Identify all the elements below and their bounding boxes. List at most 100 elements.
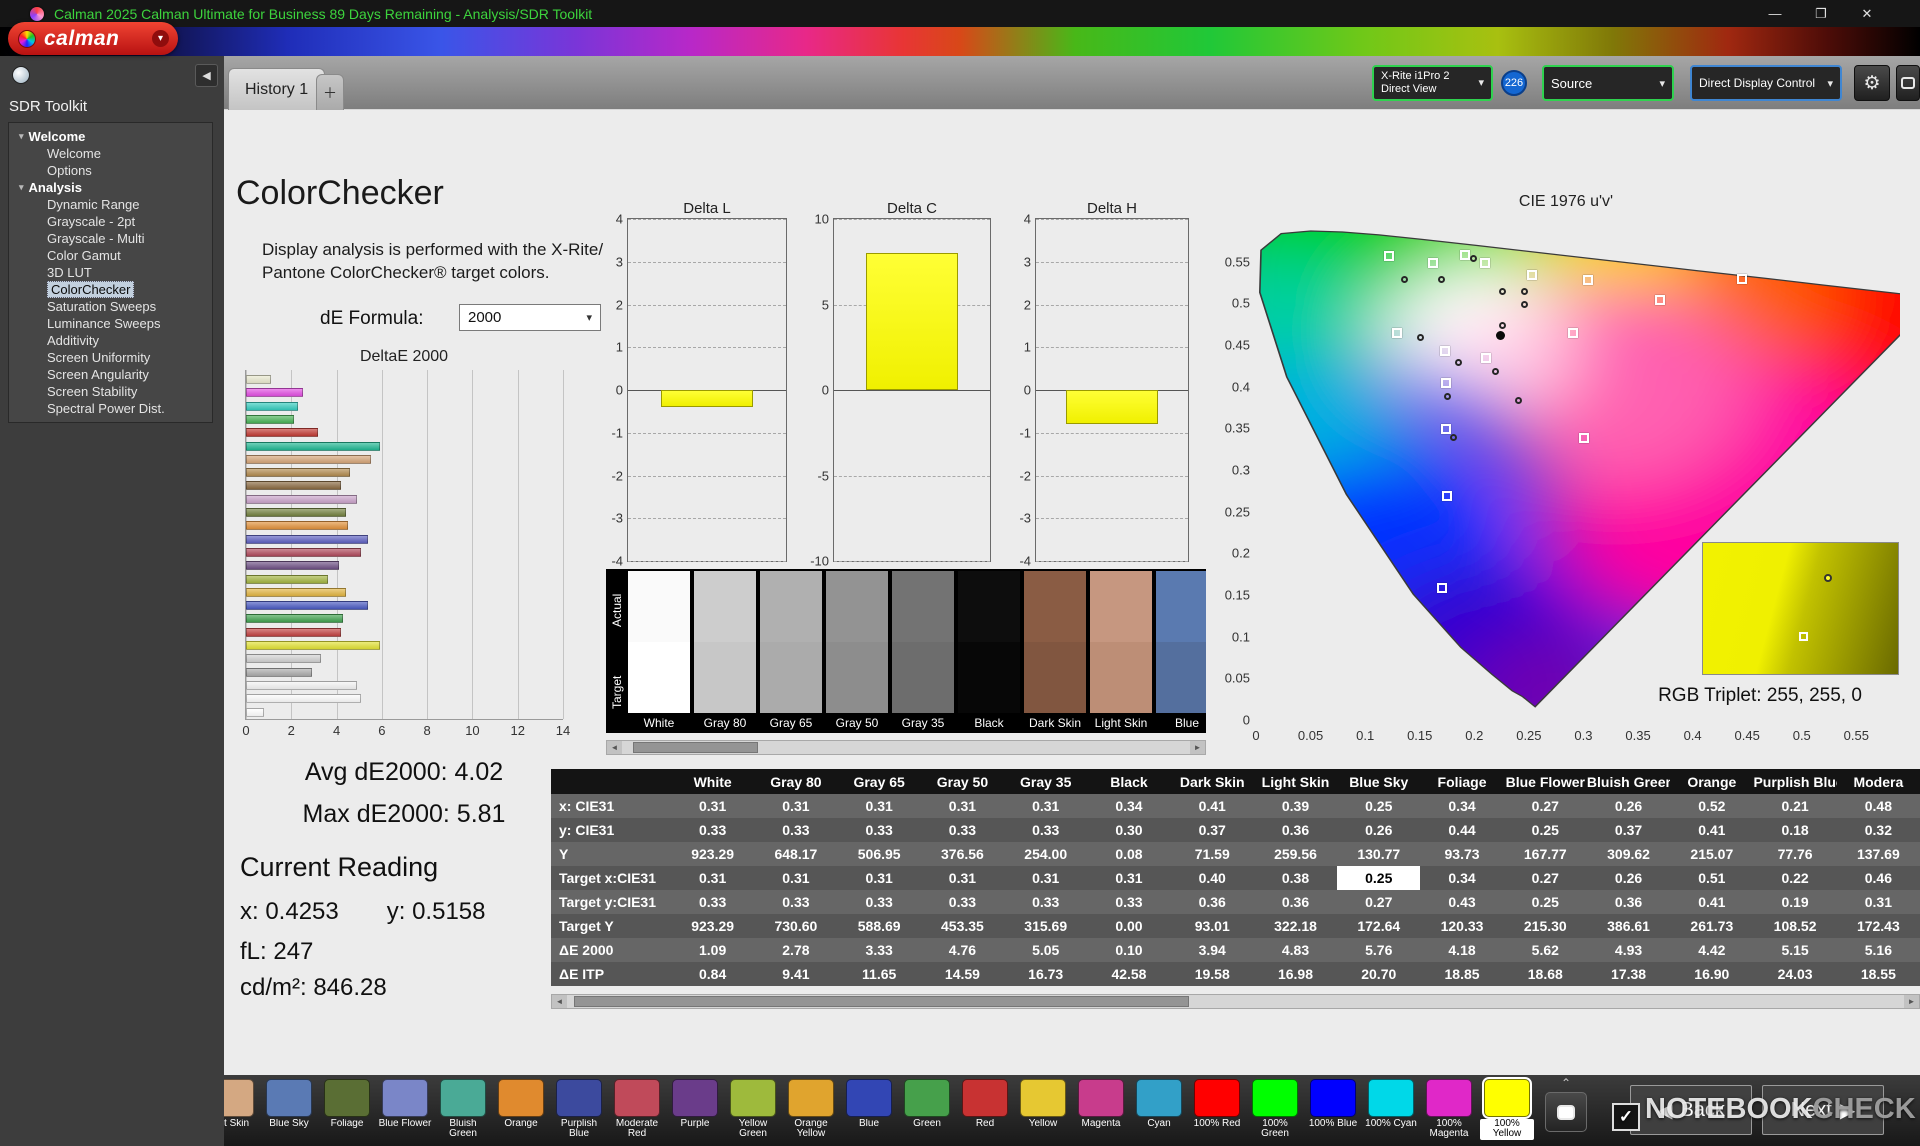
patch-button-purple[interactable]: Purple [668,1079,722,1140]
expand-patch-bar-button[interactable]: ⌃ [1561,1077,1571,1090]
collapse-sidebar-button[interactable]: ◀ [195,64,218,87]
table-cell: 0.31 [1836,890,1920,914]
patch-button-magenta[interactable]: Magenta [1074,1079,1128,1140]
sidebar-item-3d-lut[interactable]: 3D LUT [9,264,212,281]
x-axis-tick-label: 4 [332,723,341,738]
patch-button-100-magenta[interactable]: 100% Magenta [1422,1079,1476,1140]
sidebar-item-color-gamut[interactable]: Color Gamut [9,247,212,264]
sidebar-item-grayscale-multi[interactable]: Grayscale - Multi [9,230,212,247]
back-button[interactable]: ◀ Back [1630,1085,1752,1135]
maximize-button[interactable]: ❐ [1798,0,1844,27]
scroll-track[interactable] [622,741,1190,754]
scroll-thumb[interactable] [633,742,759,753]
meter-count-badge[interactable]: 226 [1501,70,1527,96]
layout-button[interactable] [1896,65,1920,101]
patch-color-swatch [1310,1079,1356,1117]
next-button[interactable]: Next ▶ [1762,1085,1884,1135]
patch-button-100-cyan[interactable]: 100% Cyan [1364,1079,1418,1140]
y-axis-tick-label: 5 [821,297,829,312]
display-control-dropdown[interactable]: Direct Display Control ▾ [1690,65,1842,101]
patch-button-100-blue[interactable]: 100% Blue [1306,1079,1360,1140]
patch-button-foliage[interactable]: Foliage [320,1079,374,1140]
tree-expand-icon[interactable]: ▾ [19,131,24,142]
sidebar-item-additivity[interactable]: Additivity [9,332,212,349]
patch-strip-scrollbar[interactable]: ◄ ► [606,740,1206,755]
settings-button[interactable]: ⚙ [1854,65,1890,101]
patch-button-100-red[interactable]: 100% Red [1190,1079,1244,1140]
sidebar-item-saturation-sweeps[interactable]: Saturation Sweeps [9,298,212,315]
table-cell: 0.27 [1337,890,1421,914]
sidebar-item-grayscale-2pt[interactable]: Grayscale - 2pt [9,213,212,230]
sidebar-item-welcome[interactable]: ▾ Welcome [9,128,212,145]
scroll-left-button[interactable]: ◄ [552,995,567,1008]
top-toolbar: History 1 ＋ X-Rite i1Pro 2 Direct View ▾… [224,56,1920,110]
grid-line [1036,219,1188,220]
patch-button-yellow-green[interactable]: Yellow Green [726,1079,780,1140]
measurement-marker [1470,255,1478,262]
table-cell: 259.56 [1253,842,1338,866]
scroll-thumb[interactable] [573,996,1189,1007]
patch-button-bluish-green[interactable]: Bluish Green [436,1079,490,1140]
meter-dropdown[interactable]: X-Rite i1Pro 2 Direct View ▾ [1372,65,1493,101]
measurement-marker [1444,392,1452,400]
patch-button-red[interactable]: Red [958,1079,1012,1140]
patch-button-orange[interactable]: Orange [494,1079,548,1140]
y-axis-tick-label: 0.3 [1231,462,1250,478]
scroll-track[interactable] [567,995,1904,1008]
patch-button-blue-sky[interactable]: Blue Sky [262,1079,316,1140]
patch-button-100-green[interactable]: 100% Green [1248,1079,1302,1140]
close-button[interactable]: ✕ [1844,0,1890,27]
sidebar-item-analysis[interactable]: ▾ Analysis [9,179,212,196]
deltae-bar [246,574,328,584]
logo-chevron-icon[interactable]: ▾ [152,30,169,47]
minimize-button[interactable]: — [1752,0,1798,27]
table-row: x: CIE31 0.31 0.31 0.31 0.31 0.31 0.34 0.41 0.39… [551,794,1920,818]
table-scrollbar[interactable]: ◄ ► [551,994,1920,1009]
patch-button-blue-flower[interactable]: Blue Flower [378,1079,432,1140]
scroll-right-button[interactable]: ► [1190,741,1205,754]
table-cell: 4.76 [920,938,1005,962]
sidebar-item-screen-stability[interactable]: Screen Stability [9,383,212,400]
patch-button-ght-skin[interactable]: ght Skin [224,1079,258,1140]
add-history-tab-button[interactable]: ＋ [316,74,344,110]
pattern-window-button[interactable] [1545,1092,1587,1132]
sidebar-item-colorchecker[interactable]: ColorChecker [9,281,212,298]
x-axis-tick-label: 8 [423,723,431,738]
table-cell: 0.31 [1087,866,1171,890]
tab-history-1[interactable]: History 1 [228,68,326,110]
workflow-status-icon[interactable] [12,66,30,84]
sidebar-item-screen-angularity[interactable]: Screen Angularity [9,366,212,383]
x-axis-tick-label: 0.1 [1356,728,1375,743]
patch-button-blue[interactable]: Blue [842,1079,896,1140]
patch-button-cyan[interactable]: Cyan [1132,1079,1186,1140]
x-axis-tick-label: 0.55 [1843,728,1869,743]
grid-line [1036,475,1188,477]
patch-color-swatch [1252,1079,1298,1117]
sidebar-item-options[interactable]: Options [9,162,212,179]
source-dropdown[interactable]: Source ▾ [1542,65,1674,101]
patch-button-moderate-red[interactable]: Moderate Red [610,1079,664,1140]
sidebar-item-screen-uniformity[interactable]: Screen Uniformity [9,349,212,366]
y-axis-tick-label: -2 [1019,468,1031,483]
table-cell: 0.31 [754,794,838,818]
patch-button-yellow[interactable]: Yellow [1016,1079,1070,1140]
patch-button-purplish-blue[interactable]: Purplish Blue [552,1079,606,1140]
patch-button-100-yellow[interactable]: 100% Yellow [1480,1077,1534,1140]
sidebar-item-dynamic-range[interactable]: Dynamic Range [9,196,212,213]
sidebar-item-label: Analysis [28,180,83,195]
table-cell: 0.25 [1503,890,1587,914]
sidebar-item-spectral-power-dist[interactable]: Spectral Power Dist. [9,400,212,417]
deltae-bar [246,587,346,597]
calman-logo-menu[interactable]: calman ▾ [8,22,178,55]
grid-line [1036,261,1188,263]
sidebar-item-label: Luminance Sweeps [47,316,161,331]
sidebar-item-label: Welcome [28,129,86,144]
scroll-left-button[interactable]: ◄ [607,741,622,754]
scroll-right-button[interactable]: ► [1904,995,1919,1008]
sidebar-item-welcome[interactable]: Welcome [9,145,212,162]
patch-button-green[interactable]: Green [900,1079,954,1140]
de-formula-dropdown[interactable]: 2000 ▾ [459,304,601,331]
sidebar-item-luminance-sweeps[interactable]: Luminance Sweeps [9,315,212,332]
patch-button-orange-yellow[interactable]: Orange Yellow [784,1079,838,1140]
tree-expand-icon[interactable]: ▾ [19,182,24,193]
